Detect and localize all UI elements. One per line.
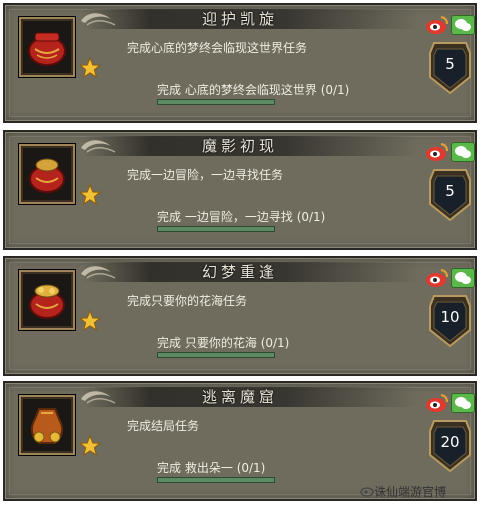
level-number: 10 xyxy=(440,308,460,326)
progress-bar xyxy=(157,477,275,483)
quest-item-slot[interactable] xyxy=(19,270,75,330)
star-icon xyxy=(79,184,101,206)
quest-description: 完成心底的梦终会临现这世界任务 xyxy=(127,41,308,55)
quest-item-slot[interactable] xyxy=(19,144,75,204)
quest-item-slot[interactable] xyxy=(19,395,75,455)
scroll-ornament-icon xyxy=(81,13,116,26)
quest-progress: 完成 心底的梦终会临现这世界 (0/1) xyxy=(157,83,349,97)
quest-title: 逃离魔窟 xyxy=(201,388,278,406)
quest-description: 完成结局任务 xyxy=(127,419,200,433)
level-number: 5 xyxy=(445,55,455,73)
level-number: 20 xyxy=(440,433,460,451)
weibo-share-icon[interactable] xyxy=(425,393,449,413)
scroll-ornament-icon xyxy=(81,266,116,279)
star-icon xyxy=(79,310,101,332)
red-pouch-gold-icon xyxy=(29,158,65,193)
level-badge: 20 xyxy=(428,417,472,473)
watermark-text: 诛仙端游官博 xyxy=(374,485,447,499)
quest-progress: 完成 一边冒险，一边寻找 (0/1) xyxy=(157,210,325,224)
star-icon xyxy=(79,435,101,457)
weibo-share-icon[interactable] xyxy=(425,142,449,162)
progress-bar xyxy=(157,99,275,105)
weibo-share-icon[interactable] xyxy=(425,268,449,288)
progress-count: (0/1) xyxy=(320,83,350,97)
quest-item-slot[interactable] xyxy=(19,17,75,77)
quest-card[interactable]: 逃离魔窟 完成结局任务 完成 救出朵一 (0/1) 20 xyxy=(3,381,477,501)
quest-progress: 完成 救出朵一 (0/1) xyxy=(157,461,265,475)
wechat-share-icon[interactable] xyxy=(451,393,475,413)
progress-target: 只要你的花海 xyxy=(184,336,257,350)
level-number: 5 xyxy=(445,182,455,200)
level-badge: 10 xyxy=(428,292,472,348)
quest-description: 完成只要你的花海任务 xyxy=(127,294,248,308)
progress-label: 完成 xyxy=(157,83,182,97)
gold-sack-icon xyxy=(30,408,64,444)
level-badge: 5 xyxy=(428,166,472,222)
progress-target: 一边冒险，一边寻找 xyxy=(184,210,293,224)
quest-title: 迎护凯旋 xyxy=(201,10,278,28)
progress-bar xyxy=(157,226,275,232)
star-icon xyxy=(79,57,101,79)
weibo-logo-icon xyxy=(360,487,374,497)
quest-title: 魔影初现 xyxy=(201,137,278,155)
progress-label: 完成 xyxy=(157,210,182,224)
red-pouch-gold-icon xyxy=(29,284,65,319)
progress-target: 心底的梦终会临现这世界 xyxy=(184,83,317,97)
weibo-share-icon[interactable] xyxy=(425,15,449,35)
progress-count: (0/1) xyxy=(236,461,266,475)
quest-description: 完成一边冒险，一边寻找任务 xyxy=(127,168,284,182)
progress-label: 完成 xyxy=(157,336,182,350)
level-badge: 5 xyxy=(428,39,472,95)
wechat-share-icon[interactable] xyxy=(451,268,475,288)
quest-card[interactable]: 迎护凯旋 完成心底的梦终会临现这世界任务 完成 心底的梦终会临现这世界 (0/1… xyxy=(3,3,477,123)
scroll-ornament-icon xyxy=(81,391,116,404)
progress-count: (0/1) xyxy=(296,210,326,224)
quest-card[interactable]: 魔影初现 完成一边冒险，一边寻找任务 完成 一边冒险，一边寻找 (0/1) 5 xyxy=(3,130,477,250)
quest-progress: 完成 只要你的花海 (0/1) xyxy=(157,336,289,350)
progress-bar xyxy=(157,352,275,358)
progress-label: 完成 xyxy=(157,461,182,475)
scroll-ornament-icon xyxy=(81,140,116,153)
progress-target: 救出朵一 xyxy=(184,461,233,475)
red-pouch-icon xyxy=(28,32,66,66)
quest-title: 幻梦重逢 xyxy=(201,263,278,281)
quest-card[interactable]: 幻梦重逢 完成只要你的花海任务 完成 只要你的花海 (0/1) 10 xyxy=(3,256,477,376)
wechat-share-icon[interactable] xyxy=(451,142,475,162)
wechat-share-icon[interactable] xyxy=(451,15,475,35)
progress-count: (0/1) xyxy=(260,336,290,350)
